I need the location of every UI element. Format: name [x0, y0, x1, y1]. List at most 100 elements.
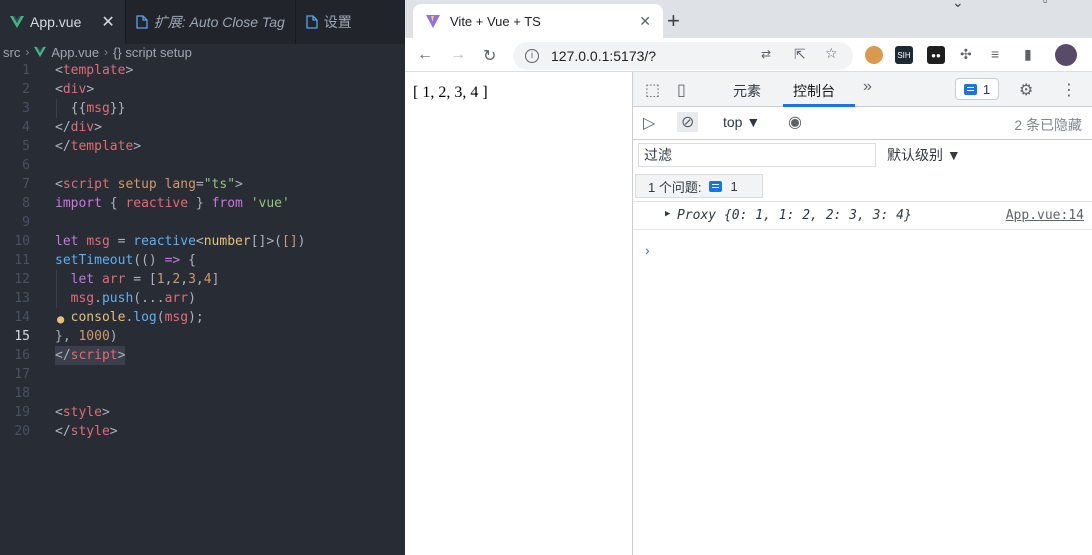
tab-console[interactable]: 控制台 — [793, 81, 835, 101]
breadcrumb-file[interactable]: App.vue — [51, 45, 99, 60]
tab-label: 扩展: Auto Close Tag — [153, 14, 285, 30]
code-area[interactable]: 1 <template> 2 <div> 3 {{msg}} 4 </div> 5 </… — [0, 61, 405, 441]
line-number: 9 — [22, 215, 30, 230]
forward-icon[interactable]: → — [450, 46, 466, 64]
avatar[interactable] — [1055, 44, 1077, 66]
screen: App.vue ✕ 扩展: Auto Close Tag 设置 src › Ap… — [0, 0, 1092, 555]
device-toolbar-icon[interactable]: ▯ — [677, 80, 686, 100]
sih-extension-icon[interactable]: SIH — [895, 46, 913, 64]
code-line: 13 msg.push(...arr) — [0, 289, 405, 308]
cookie-extension-icon[interactable] — [865, 46, 883, 64]
clear-console-icon[interactable]: ⊘ — [677, 112, 699, 132]
info-icon[interactable]: i — [525, 49, 539, 63]
chevron-down-icon[interactable]: ⌄ — [952, 0, 964, 11]
console-prompt[interactable]: › — [645, 242, 650, 258]
code-line: 9 — [0, 213, 405, 232]
message-icon — [963, 83, 977, 95]
code-text: <div> — [55, 82, 95, 97]
translate-icon[interactable]: ⇄ — [761, 47, 771, 61]
close-icon[interactable]: ✕ — [101, 12, 114, 32]
code-text: import { reactive } from 'vue' — [55, 196, 290, 211]
url-text: 127.0.0.1:5173/? — [551, 48, 657, 64]
code-line: 10 let msg = reactive<number[]>([]) — [0, 232, 405, 251]
code-text: let msg = reactive<number[]>([]) — [55, 234, 306, 249]
tab-extension-auto-close-tag[interactable]: 扩展: Auto Close Tag — [126, 0, 296, 44]
vue-file-icon — [34, 46, 47, 58]
browser-toolbar: ← → ↻ i 127.0.0.1:5173/? ⇄ ⇱ ☆ SIH ●● ✣ … — [405, 38, 1092, 72]
log-source-link[interactable]: App.vue:14 — [1006, 208, 1084, 223]
breadcrumb-symbol[interactable]: {} script setup — [113, 45, 192, 60]
breadcrumb: src › App.vue › {} script setup — [0, 44, 405, 60]
tab-elements[interactable]: 元素 — [733, 81, 761, 101]
tab-app-vue[interactable]: App.vue ✕ — [0, 0, 126, 44]
tampermonkey-extension-icon[interactable]: ●● — [927, 46, 945, 64]
code-line: 2 <div> — [0, 80, 405, 99]
eye-icon[interactable]: ◉ — [788, 112, 802, 132]
tab-label: App.vue — [30, 14, 82, 30]
vue-file-icon — [10, 16, 24, 28]
issues-badge[interactable]: 1 — [955, 78, 999, 100]
side-panel-icon[interactable]: ▮ — [1024, 46, 1032, 63]
restore-icon[interactable]: ▫ — [1043, 0, 1048, 8]
more-tabs-icon[interactable]: » — [863, 78, 872, 96]
code-line: 11 setTimeout(() => { — [0, 251, 405, 270]
code-line: 17 — [0, 365, 405, 384]
line-number: 12 — [14, 272, 30, 287]
close-icon[interactable]: ✕ — [639, 13, 651, 30]
code-text: msg.push(...arr) — [70, 291, 196, 306]
back-icon[interactable]: ← — [417, 46, 433, 64]
message-icon — [709, 180, 723, 192]
code-text: setTimeout(() => { — [55, 253, 196, 268]
code-line: 3 {{msg}} — [0, 99, 405, 118]
inspect-element-icon[interactable]: ⬚ — [645, 80, 660, 100]
line-number: 3 — [22, 101, 30, 116]
document-icon — [136, 15, 148, 29]
issues-count: 1 — [730, 178, 738, 194]
code-line: 20 </style> — [0, 422, 405, 441]
line-number: 14 — [14, 310, 30, 325]
expand-triangle-icon[interactable]: ▶ — [665, 209, 670, 219]
code-text: <script setup lang="ts"> — [55, 177, 243, 192]
issues-row: 1 个问题: 1 — [633, 170, 1092, 202]
line-number: 5 — [22, 139, 30, 154]
code-line: 1 <template> — [0, 61, 405, 80]
gear-icon[interactable]: ⚙ — [1019, 80, 1033, 100]
bookmark-star-icon[interactable]: ☆ — [825, 45, 838, 62]
code-line: 12 let arr = [1,2,3,4] — [0, 270, 405, 289]
tab-settings[interactable]: 设置 — [296, 0, 405, 44]
log-levels-dropdown[interactable]: 默认级别 ▼ — [887, 145, 961, 165]
issues-button[interactable]: 1 个问题: 1 — [635, 174, 763, 198]
new-tab-button[interactable]: + — [667, 8, 680, 34]
code-line: 5 </template> — [0, 137, 405, 156]
line-number: 16 — [14, 348, 30, 363]
breadcrumb-folder[interactable]: src — [3, 45, 20, 60]
filter-input[interactable]: 过滤 — [638, 143, 876, 167]
devtools-panel: ⬚ ▯ 元素 控制台 » 1 ⚙ ⋮ ▷ ⊘ top ▼ ◉ 2 条已隐藏 过滤… — [632, 72, 1092, 555]
puzzle-extensions-icon[interactable]: ✣ — [960, 46, 972, 63]
line-number: 20 — [14, 424, 30, 439]
tab-label: 设置 — [323, 14, 352, 30]
code-line: 15}, 1000) — [0, 327, 405, 346]
line-number: 8 — [22, 196, 30, 211]
code-line: 19 <style> — [0, 403, 405, 422]
code-text: let arr = [1,2,3,4] — [70, 272, 220, 287]
context-selector[interactable]: top ▼ — [723, 114, 760, 130]
reload-icon[interactable]: ↻ — [483, 46, 496, 66]
code-line: 7 <script setup lang="ts"> — [0, 175, 405, 194]
code-text: </script> — [55, 346, 126, 365]
console-toolbar: ▷ ⊘ top ▼ ◉ 2 条已隐藏 — [633, 107, 1092, 140]
code-line: 4 </div> — [0, 118, 405, 137]
page-output-text: [ 1, 2, 3, 4 ] — [413, 84, 488, 101]
console-log-entry[interactable]: ▶ Proxy {0: 1, 1: 2, 2: 3, 3: 4} App.vue… — [633, 202, 1092, 230]
code-text: </template> — [55, 139, 142, 154]
sidebar-toggle-icon[interactable]: ▷ — [643, 113, 655, 133]
kebab-menu-icon[interactable]: ⋮ — [1061, 80, 1077, 100]
share-icon[interactable]: ⇱ — [794, 46, 806, 63]
browser-tab-title: Vite + Vue + TS — [450, 13, 541, 29]
line-number: 11 — [14, 253, 30, 268]
reading-list-icon[interactable]: ≡ — [991, 46, 999, 62]
line-number: 6 — [22, 158, 30, 173]
browser-tab[interactable]: Vite + Vue + TS ✕ — [413, 4, 663, 38]
log-message: Proxy {0: 1, 1: 2, 2: 3, 3: 4} — [677, 208, 912, 223]
code-text: }, 1000) — [55, 329, 118, 344]
